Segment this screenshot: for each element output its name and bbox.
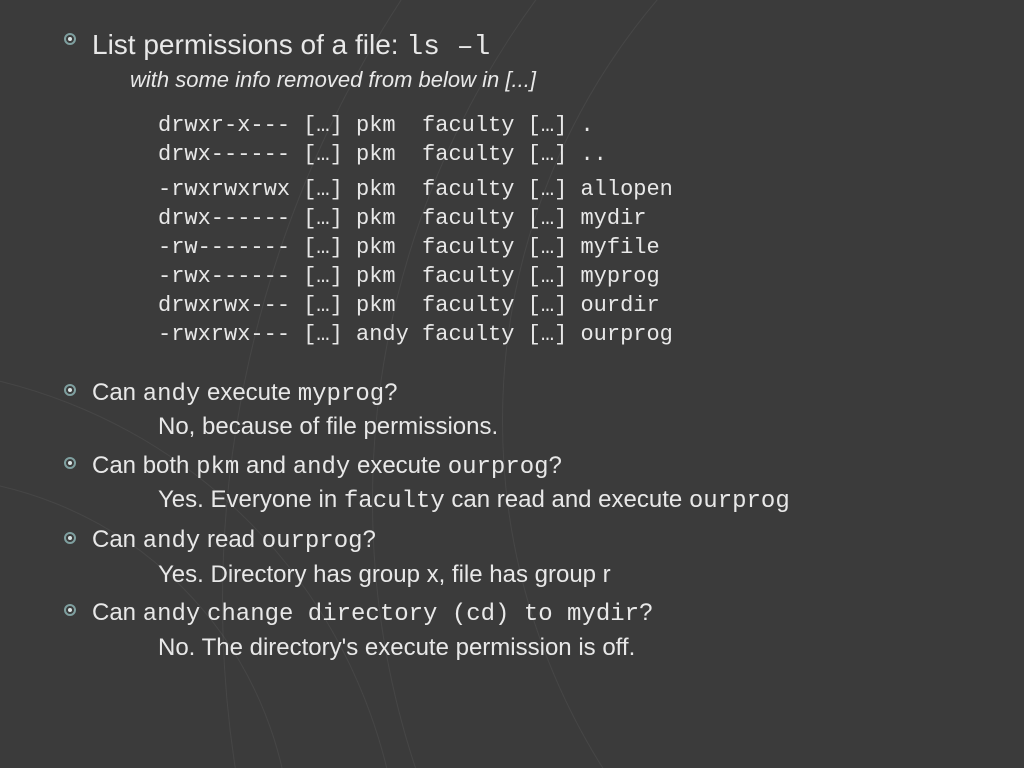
qa-item: Can andy execute myprog? No, because of … xyxy=(92,377,984,444)
bullet-icon xyxy=(64,457,76,469)
bullet-icon xyxy=(64,532,76,544)
ls-line: -rwxrwxrwx […] pkm faculty […] allopen xyxy=(158,177,673,202)
answer: No. The directory's execute permission i… xyxy=(92,632,984,664)
qa-item: Can both pkm and andy execute ourprog? Y… xyxy=(92,450,984,519)
bullet-icon xyxy=(64,33,76,45)
slide-content: List permissions of a file: ls –l with s… xyxy=(0,0,1024,664)
ls-line: -rwxrwx--- […] andy faculty […] ourprog xyxy=(158,322,673,347)
qa-item: Can andy read ourprog? Yes. Directory ha… xyxy=(92,524,984,591)
title-prefix: List permissions of a file: xyxy=(92,29,406,60)
ls-output: drwxr-x--- […] pkm faculty […] . drwx---… xyxy=(92,111,984,349)
ls-line: drwx------ […] pkm faculty […] .. xyxy=(158,142,607,167)
ls-line: drwxr-x--- […] pkm faculty […] . xyxy=(158,113,594,138)
slide-title: List permissions of a file: ls –l xyxy=(92,28,984,65)
question: Can andy change directory (cd) to mydir? xyxy=(92,597,984,631)
ls-line: -rw------- […] pkm faculty […] myfile xyxy=(158,235,660,260)
ls-line: drwxrwx--- […] pkm faculty […] ourdir xyxy=(158,293,660,318)
question: Can andy read ourprog? xyxy=(92,524,984,558)
question: Can both pkm and andy execute ourprog? xyxy=(92,450,984,484)
answer: Yes. Directory has group x, file has gro… xyxy=(92,559,984,591)
title-command: ls –l xyxy=(406,32,490,63)
slide-subtitle: with some info removed from below in [..… xyxy=(92,67,984,93)
answer: Yes. Everyone in faculty can read and ex… xyxy=(92,484,984,518)
qa-section: Can andy execute myprog? No, because of … xyxy=(92,377,984,664)
qa-item: Can andy change directory (cd) to mydir?… xyxy=(92,597,984,664)
ls-line: -rwx------ […] pkm faculty […] myprog xyxy=(158,264,660,289)
bullet-icon xyxy=(64,384,76,396)
ls-line: drwx------ […] pkm faculty […] mydir xyxy=(158,206,646,231)
answer: No, because of file permissions. xyxy=(92,411,984,443)
title-bullet: List permissions of a file: ls –l with s… xyxy=(92,28,984,93)
question: Can andy execute myprog? xyxy=(92,377,984,411)
bullet-icon xyxy=(64,604,76,616)
